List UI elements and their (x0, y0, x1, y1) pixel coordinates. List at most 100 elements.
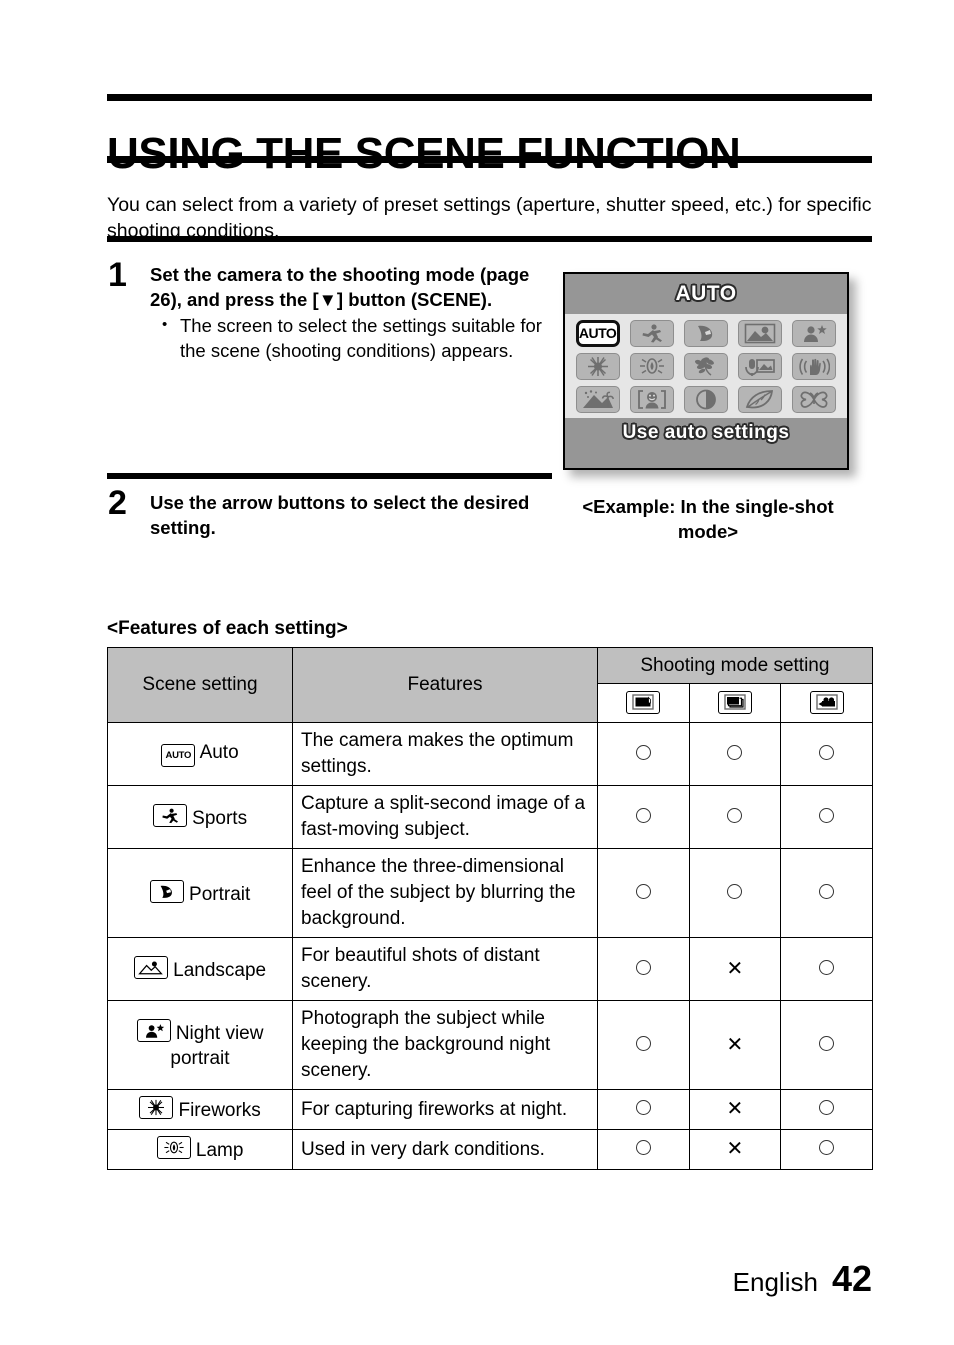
sound-photo-icon (745, 358, 776, 376)
lcd-tile-anti-shake[interactable] (792, 352, 837, 380)
mark-video-clip (780, 785, 873, 849)
step-1-body: Set the camera to the shooting mode (pag… (150, 262, 545, 363)
camera-lcd-illustration: AUTO AUTO Use auto settings (563, 272, 849, 470)
scene-label: Landscape (173, 959, 267, 981)
contrast-icon (696, 389, 716, 409)
lcd-tile-lamp[interactable] (629, 352, 674, 380)
step-2-body: Use the arrow buttons to select the desi… (150, 490, 550, 540)
leaf-icon (746, 389, 774, 408)
sports-runner-icon (152, 803, 187, 827)
lcd-tile-auto[interactable]: AUTO (575, 319, 620, 347)
mark-single-shot (597, 1000, 690, 1090)
scene-label: Night view portrait (170, 1023, 264, 1069)
table-body: AUTO Auto The camera makes the optimum s… (107, 722, 873, 1170)
step-2-heading: Use the arrow buttons to select the desi… (150, 492, 530, 538)
lcd-tile-fireworks[interactable] (575, 352, 620, 380)
lcd-tile-face-detect[interactable] (629, 385, 674, 413)
video-clip-icon (809, 690, 844, 714)
portrait-face-icon (149, 879, 184, 903)
mark-single-shot (597, 722, 690, 786)
list-item: The screen to select the settings suitab… (150, 312, 545, 363)
table-row: Landscape For beautiful shots of distant… (107, 937, 873, 1001)
step-1-bullets: The screen to select the settings suitab… (150, 312, 545, 363)
portrait-face-icon (697, 325, 713, 341)
column-header-features: Features (292, 647, 598, 723)
landscape-icon (133, 955, 168, 979)
mark-single-shot (597, 848, 690, 938)
scene-cell-auto: AUTO Auto (107, 722, 293, 786)
features-cell: Capture a split-second image of a fast-m… (292, 785, 598, 849)
scene-label: Auto (199, 741, 239, 763)
lcd-tile-butterfly[interactable] (792, 385, 837, 413)
mark-single-shot (597, 785, 690, 849)
column-header-shooting-mode: Shooting mode setting (597, 647, 873, 684)
scene-cell-sports: Sports (107, 785, 293, 849)
scene-label: Lamp (195, 1140, 244, 1161)
features-cell: For beautiful shots of distant scenery. (292, 937, 598, 1001)
mark-sequential-shot (688, 848, 782, 938)
butterfly-icon (800, 391, 828, 408)
lcd-tile-sound-photo[interactable] (738, 352, 783, 380)
anti-shake-hand-icon (799, 358, 831, 375)
table-header: Scene setting Features Shooting mode set… (107, 647, 873, 723)
mark-sequential-shot (688, 785, 782, 849)
lcd-tile-leaf[interactable] (738, 385, 783, 413)
lcd-scene-grid: AUTO (565, 314, 847, 418)
lcd-example-caption: <Example: In the single-shot mode> (582, 496, 834, 542)
table-row: Portrait Enhance the three-dimensional f… (107, 848, 873, 938)
scene-label: Fireworks (178, 1100, 261, 1121)
lcd-top-label: AUTO (675, 282, 737, 305)
features-cell: For capturing fireworks at night. (292, 1089, 598, 1130)
night-view-portrait-icon (804, 325, 828, 342)
mark-single-shot (597, 937, 690, 1001)
lcd-screen: AUTO AUTO Use auto settings (563, 272, 849, 470)
footer-language: English (732, 1267, 818, 1297)
step-1-number: 1 (108, 256, 127, 294)
mark-sequential-shot: ✕ (688, 1089, 782, 1130)
mark-sequential-shot: ✕ (688, 937, 782, 1001)
face-detect-icon (637, 389, 666, 409)
features-cell: Used in very dark conditions. (292, 1129, 598, 1170)
column-header-scene: Scene setting (107, 647, 293, 723)
single-shot-icon (626, 690, 661, 714)
scene-cell-lamp: Lamp (107, 1129, 293, 1170)
features-heading: <Features of each setting> (107, 618, 348, 639)
features-table: Scene setting Features Shooting mode set… (107, 647, 873, 1170)
page-footer: English 42 (107, 1258, 872, 1300)
fireworks-icon (139, 1096, 174, 1119)
lamp-icon (639, 357, 664, 374)
lcd-bottom-band: Use auto settings (565, 418, 847, 468)
mark-sequential-shot: ✕ (688, 1000, 782, 1090)
landscape-icon (744, 323, 776, 343)
mark-video-clip (780, 1000, 873, 1090)
lcd-tile-snow-beach[interactable] (575, 385, 620, 413)
lcd-tile-flower[interactable] (683, 352, 728, 380)
table-row: Lamp Used in very dark conditions. ✕ (107, 1129, 873, 1170)
mark-single-shot (597, 1129, 690, 1170)
sports-runner-icon (642, 324, 662, 343)
lcd-tile-sports[interactable] (629, 319, 674, 347)
lcd-tile-contrast[interactable] (683, 385, 728, 413)
table-row: AUTO Auto The camera makes the optimum s… (107, 722, 873, 786)
lcd-tile-night-view-portrait[interactable] (792, 319, 837, 347)
auto-icon: AUTO (161, 743, 196, 767)
lcd-tile-landscape[interactable] (738, 319, 783, 347)
mark-video-clip (780, 1089, 873, 1130)
mark-video-clip (780, 848, 873, 938)
mark-video-clip (780, 1129, 873, 1170)
features-cell: Enhance the three-dimensional feel of th… (292, 848, 598, 938)
title-top-rule (107, 94, 872, 101)
lamp-icon (156, 1136, 191, 1159)
scene-cell-portrait: Portrait (107, 848, 293, 938)
mark-sequential-shot: ✕ (688, 1129, 782, 1170)
features-cell: The camera makes the optimum settings. (292, 722, 598, 786)
step1-top-rule (107, 236, 872, 242)
table-row: Sports Capture a split-second image of a… (107, 785, 873, 849)
scene-label: Portrait (189, 883, 251, 905)
snow-beach-icon (582, 389, 614, 408)
lcd-tile-portrait[interactable] (683, 319, 728, 347)
step2-top-rule (107, 473, 552, 479)
mark-video-clip (780, 937, 873, 1001)
manual-page: USING THE SCENE FUNCTION You can select … (0, 0, 954, 1345)
mark-sequential-shot (688, 722, 782, 786)
